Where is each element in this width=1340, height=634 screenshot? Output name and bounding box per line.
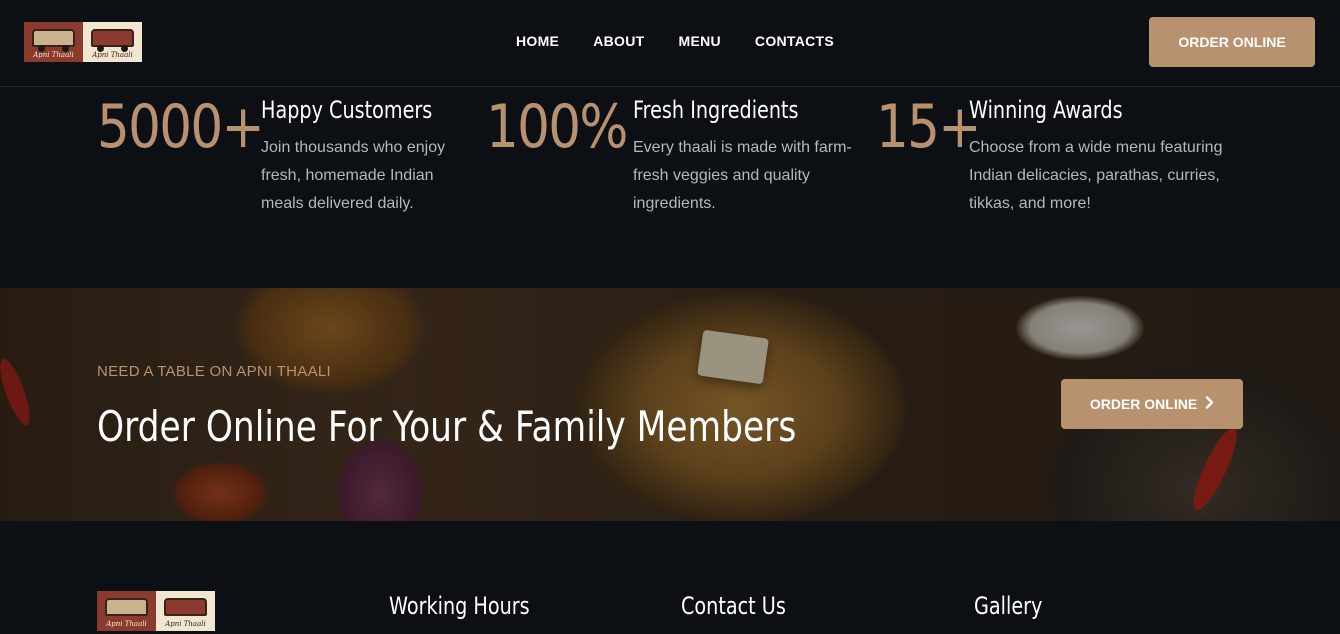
logo-panel-right: Apni Thaali bbox=[83, 22, 142, 62]
banner-kicker: NEED A TABLE ON APNI THAALI bbox=[97, 363, 332, 380]
stat-desc-line: Every thaali is made with farm- bbox=[633, 139, 852, 156]
footer-logo[interactable]: Apni Thaali Apni Thaali bbox=[97, 591, 215, 631]
logo-panel-left: Apni Thaali bbox=[24, 22, 83, 62]
stat-desc-line: fresh, homemade Indian bbox=[261, 167, 434, 184]
site-logo[interactable]: Apni Thaali Apni Thaali bbox=[24, 22, 142, 62]
banner-order-label: ORDER ONLINE bbox=[1089, 396, 1198, 412]
footer-heading-gallery: Gallery bbox=[974, 592, 1043, 620]
food-truck-icon bbox=[164, 598, 207, 616]
food-truck-icon bbox=[105, 598, 148, 616]
logo-script-text: Apni Thaali bbox=[33, 51, 74, 59]
logo-panel-right: Apni Thaali bbox=[156, 591, 215, 631]
banner-order-online-button[interactable]: ORDER ONLINE bbox=[1061, 379, 1243, 429]
stat-desc-line: ingredients. bbox=[633, 195, 716, 212]
stat-value: 15+ bbox=[876, 92, 981, 162]
nav-item-menu[interactable]: MENU bbox=[678, 33, 720, 49]
stat-desc-line: Indian delicacies, parathas, curries, bbox=[969, 167, 1220, 184]
stat-description: Every thaali is made with farm- fresh ve… bbox=[633, 134, 852, 218]
stat-desc-line: Join thousands who enjoy bbox=[261, 139, 446, 156]
stat-desc-line: meals delivered daily. bbox=[261, 195, 414, 212]
logo-script-text: Apni Thaali bbox=[165, 620, 206, 628]
stat-value: 100% bbox=[486, 92, 628, 162]
food-truck-icon bbox=[91, 29, 134, 47]
stat-description: Join thousands who enjoy fresh, homemade… bbox=[261, 134, 445, 218]
chevron-right-icon bbox=[1205, 396, 1214, 412]
logo-script-text: Apni Thaali bbox=[92, 51, 133, 59]
nav-item-home[interactable]: HOME bbox=[516, 33, 559, 49]
order-online-button[interactable]: ORDER ONLINE bbox=[1149, 17, 1315, 67]
stat-title: Happy Customers bbox=[261, 96, 433, 124]
nav-item-contacts[interactable]: CONTACTS bbox=[755, 33, 834, 49]
site-header: Apni Thaali Apni Thaali HOME ABOUT MENU … bbox=[0, 0, 1340, 87]
banner-title: Order Online For Your & Family Members bbox=[97, 402, 797, 451]
stat-desc-line: Choose from a wide menu featuring bbox=[969, 139, 1223, 156]
stat-desc-line: tikkas, and more! bbox=[969, 195, 1091, 212]
stat-desc-line: fresh veggies and quality bbox=[633, 167, 810, 184]
stat-title: Winning Awards bbox=[969, 96, 1123, 124]
footer-heading-contact-us: Contact Us bbox=[681, 592, 786, 620]
food-truck-icon bbox=[32, 29, 75, 47]
main-nav: HOME ABOUT MENU CONTACTS bbox=[516, 33, 834, 49]
nav-item-about[interactable]: ABOUT bbox=[593, 33, 644, 49]
stat-title: Fresh Ingredients bbox=[633, 96, 799, 124]
stat-description: Choose from a wide menu featuring Indian… bbox=[969, 134, 1222, 218]
logo-script-text: Apni Thaali bbox=[106, 620, 147, 628]
stat-value: 5000+ bbox=[97, 92, 265, 162]
logo-panel-left: Apni Thaali bbox=[97, 591, 156, 631]
footer-heading-working-hours: Working Hours bbox=[389, 592, 530, 620]
